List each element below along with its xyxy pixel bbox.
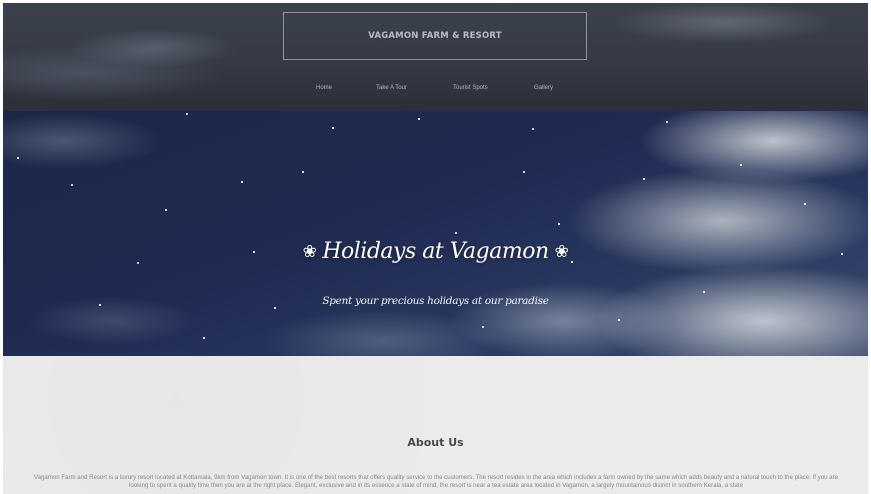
hero-subtitle: Spent your precious holidays at our para… (322, 295, 549, 307)
snow-dot (740, 164, 742, 166)
about-text: Vagamon Farm and Resort is a luxury reso… (34, 474, 838, 489)
snow-dot (618, 319, 620, 321)
maple-leaf-icon: ❀ (302, 242, 317, 262)
hero-banner: ❀ Holidays at Vagamon ❀ Spent your preciou… (3, 111, 868, 356)
site-header: VAGAMON FARM & RESORT Home Take A Tour T… (3, 3, 868, 111)
snow-dot (523, 171, 525, 173)
snow-dot (643, 178, 645, 180)
hero-title-text: Holidays at Vagamon (322, 239, 549, 264)
snow-dot (203, 337, 205, 339)
snow-dot (804, 203, 806, 205)
snow-dot (482, 326, 484, 328)
nav-home[interactable]: Home (316, 85, 332, 91)
snow-dot (558, 223, 560, 225)
snow-dot (17, 157, 19, 159)
snow-dot (666, 121, 668, 123)
snow-dot (241, 181, 243, 183)
snow-dot (332, 127, 334, 129)
snow-dot (703, 291, 705, 293)
nav-gallery[interactable]: Gallery (534, 85, 553, 91)
snow-dot (418, 118, 420, 120)
snow-dot (165, 209, 167, 211)
maple-leaf-icon: ❀ (554, 242, 569, 262)
page-frame: VAGAMON FARM & RESORT Home Take A Tour T… (3, 3, 868, 494)
snow-dot (274, 307, 276, 309)
hero-title: ❀ Holidays at Vagamon ❀ (3, 239, 868, 264)
brand-name: VAGAMON FARM & RESORT (368, 31, 502, 41)
snow-dot (302, 171, 304, 173)
about-title: About Us (407, 436, 464, 449)
snow-dot (532, 128, 534, 130)
nav-tourist-spots[interactable]: Tourist Spots (453, 85, 488, 91)
nav-take-a-tour[interactable]: Take A Tour (376, 85, 407, 91)
about-section: About Us Vagamon Farm and Resort is a lu… (3, 356, 868, 494)
snow-dot (186, 113, 188, 115)
main-nav: Home Take A Tour Tourist Spots Gallery (3, 85, 868, 99)
brand-logo-box[interactable]: VAGAMON FARM & RESORT (283, 12, 587, 60)
snow-dot (455, 232, 457, 234)
snow-dot (71, 184, 73, 186)
